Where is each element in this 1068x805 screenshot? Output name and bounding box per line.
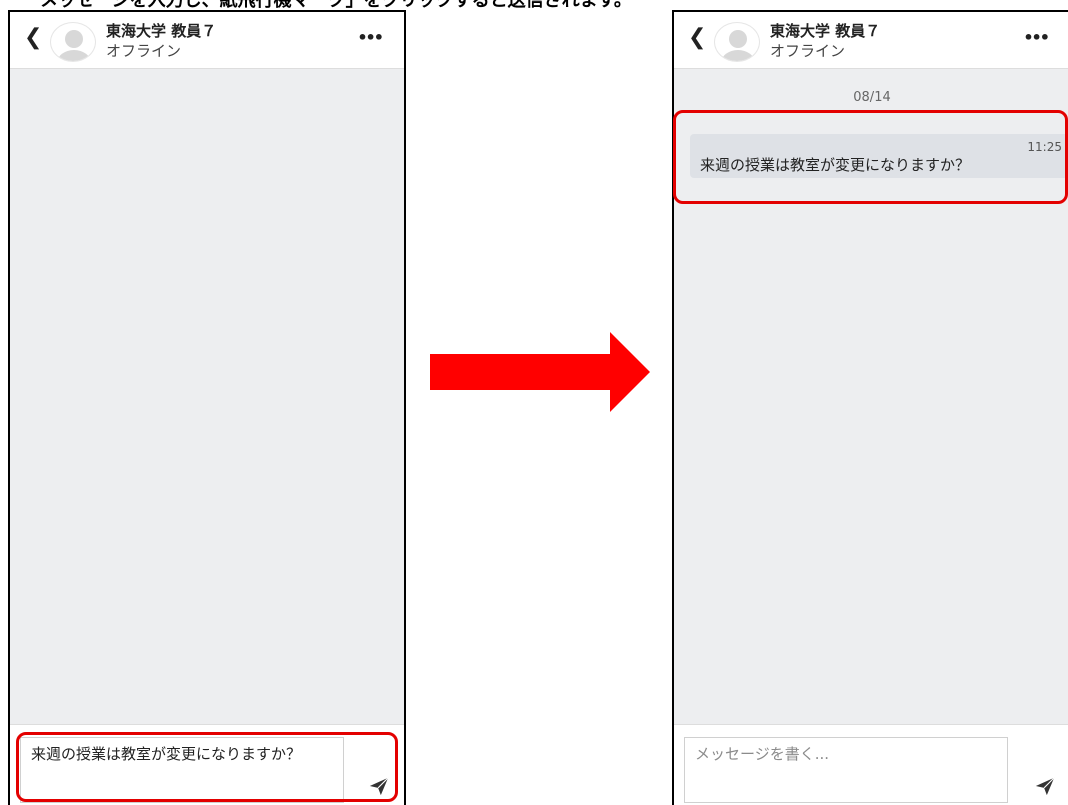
more-options-ellipsis-icon[interactable]: ••• <box>357 28 384 47</box>
contact-name[interactable]: 東海大学 教員７ <box>770 20 880 41</box>
contact-status: オフライン <box>106 42 182 60</box>
chat-panel-after: ❮ 東海大学 教員７ オフライン ••• 08/14 11:25 来週の授業は教… <box>672 10 1068 805</box>
message-compose-area <box>674 724 1068 805</box>
message-text: 来週の授業は教室が変更になりますか？ <box>700 156 971 174</box>
avatar[interactable] <box>714 22 760 62</box>
chat-panel-before: ❮ 東海大学 教員７ オフライン ••• 来週の授業は教室が変更になりますか？ <box>8 10 406 805</box>
avatar[interactable] <box>50 22 96 62</box>
message-input[interactable]: 来週の授業は教室が変更になりますか？ <box>20 737 344 803</box>
message-input[interactable] <box>684 737 1008 803</box>
right-arrow-icon <box>430 332 650 412</box>
message-bubble[interactable]: 11:25 来週の授業は教室が変更になりますか？ <box>690 134 1068 178</box>
back-chevron-icon[interactable]: ❮ <box>24 26 42 50</box>
contact-name[interactable]: 東海大学 教員７ <box>106 20 216 41</box>
chat-header: ❮ 東海大学 教員７ オフライン ••• <box>674 12 1068 69</box>
contact-status: オフライン <box>770 42 846 60</box>
user-avatar-icon <box>721 30 755 61</box>
paper-plane-send-icon[interactable] <box>1034 775 1056 797</box>
paper-plane-send-icon[interactable] <box>368 775 390 797</box>
user-avatar-icon <box>57 30 91 61</box>
message-time: 11:25 <box>1027 140 1062 154</box>
message-compose-area: 来週の授業は教室が変更になりますか？ <box>10 724 404 805</box>
more-options-ellipsis-icon[interactable]: ••• <box>1023 28 1050 47</box>
back-chevron-icon[interactable]: ❮ <box>688 26 706 50</box>
chat-header: ❮ 東海大学 教員７ オフライン ••• <box>10 12 404 69</box>
date-separator: 08/14 <box>853 90 891 105</box>
